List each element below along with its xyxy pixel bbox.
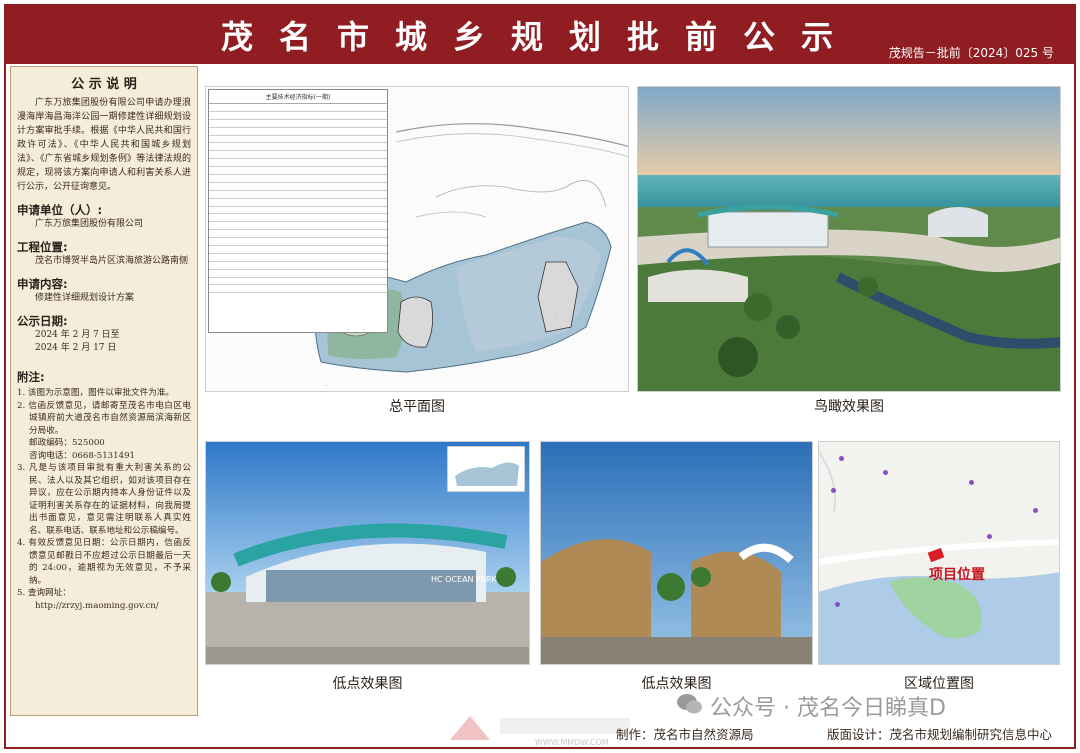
footer: 制作：茂名市自然资源局 版面设计：茂名市规划编制研究信息中心 xyxy=(6,718,1074,747)
map-poi-marker xyxy=(883,470,888,475)
note-postcode: 邮政编码：525000 xyxy=(29,438,105,448)
map-poi-marker xyxy=(831,488,836,493)
aerial-render-image xyxy=(638,87,1060,391)
note-item: 2. 信函反馈意见，请邮寄至茂名市电白区电城镇府前大道茂名市自然资源局滨海新区分… xyxy=(17,400,191,436)
low-angle-render-2-image xyxy=(541,442,812,664)
aerial-render xyxy=(637,86,1061,392)
date-to: 2024 年 2 月 17 日 xyxy=(35,343,117,353)
location-map: 项目位置 xyxy=(818,441,1060,665)
project-location-label: 项目位置 xyxy=(929,567,985,583)
table-title: 主要技术经济指标(一期) xyxy=(209,90,387,104)
note-item: 3. 凡是与该项目审批有重大利害关系的公民、法人以及其它组织，如对该项目存在异议… xyxy=(17,463,191,536)
notes-list: 1. 该图为示意图，图件以审批文件为准。 2. 信函反馈意见，请邮寄至茂名市电白… xyxy=(17,387,191,612)
master-plan-drawing: · · 主要技术经济指标(一期) xyxy=(205,86,629,392)
note-item: 1. 该图为示意图，图件以审批文件为准。 xyxy=(17,388,175,398)
caption-master-plan: 总平面图 xyxy=(389,399,445,415)
location-label: 工程位置: xyxy=(17,240,68,254)
footer-issuer: 制作：茂名市自然资源局 xyxy=(616,727,754,742)
plan-thumbnail xyxy=(447,446,525,492)
notice-intro: 广东万旅集团股份有限公司申请办理浪漫海岸海昌海洋公园一期修建性详细规划设计方案审… xyxy=(17,98,191,192)
location-value: 茂名市博贺半岛片区滨海旅游公路南侧 xyxy=(35,256,189,266)
content-label: 申请内容: xyxy=(17,277,68,291)
document-number: 茂规告－批前〔2024〕025 号 xyxy=(888,46,1054,60)
wechat-icon xyxy=(677,694,702,714)
note-phone: 咨询电话：0668-5131491 xyxy=(29,450,136,461)
map-poi-marker xyxy=(835,602,840,607)
note-item: 5. 查询网址： xyxy=(17,588,71,598)
map-poi-marker xyxy=(969,480,974,485)
date-from: 2024 年 2 月 7 日至 xyxy=(35,330,120,340)
technical-indicators-table: 主要技术经济指标(一期) xyxy=(208,89,388,333)
applicant-label: 申请单位（人）: xyxy=(17,203,103,217)
notice-sidebar: 公 示 说 明 广东万旅集团股份有限公司申请办理浪漫海岸海昌海洋公园一期修建性详… xyxy=(10,66,198,716)
footer-designer: 版面设计：茂名市规划编制研究信息中心 xyxy=(826,727,1052,742)
notes-label: 附注: xyxy=(17,370,45,384)
applicant-value: 广东万旅集团股份有限公司 xyxy=(35,219,144,229)
header-bar: 茂名市城乡规划批前公示 茂规告－批前〔2024〕025 号 xyxy=(6,6,1074,64)
map-poi-marker xyxy=(1033,508,1038,513)
low-angle-render-2 xyxy=(540,441,813,665)
date-label: 公示日期: xyxy=(17,314,68,328)
map-poi-marker xyxy=(839,456,844,461)
content-value: 修建性详细规划设计方案 xyxy=(35,293,135,303)
note-item: 4. 有效反馈意见日期：公示日期内，信函反馈意见邮戳日不应超过公示日期最后一天的… xyxy=(17,538,191,586)
caption-aerial: 鸟瞰效果图 xyxy=(814,399,884,415)
caption-low-angle-1: 低点效果图 xyxy=(332,676,403,692)
query-url-link[interactable]: http://zrzyj.maoming.gov.cn/ xyxy=(17,600,191,613)
building-sign: HC OCEAN PARK xyxy=(431,575,497,584)
map-poi-marker xyxy=(987,534,992,539)
sidebar-title: 公 示 说 明 xyxy=(71,77,137,92)
low-angle-render-1: HC OCEAN PARK xyxy=(205,441,530,665)
